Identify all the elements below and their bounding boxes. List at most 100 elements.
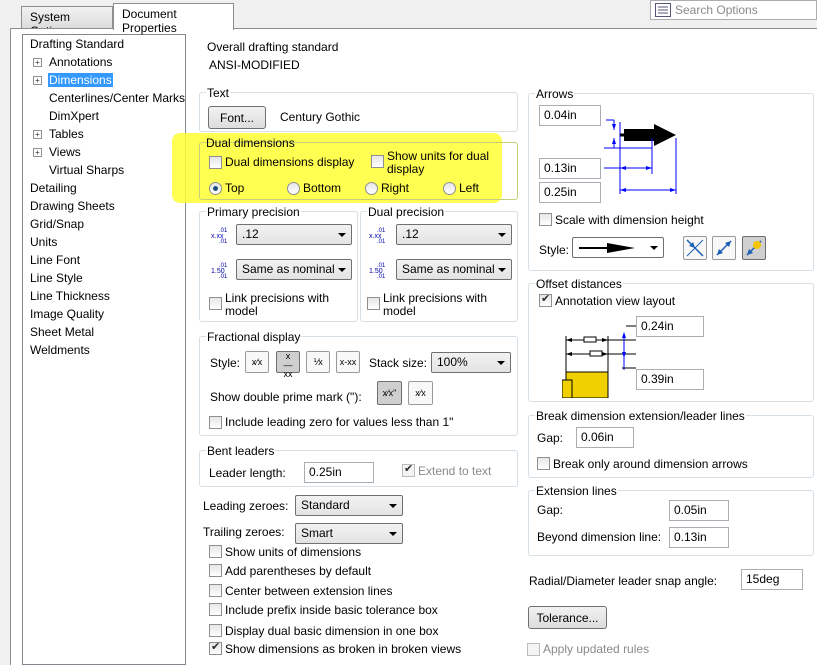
scale-with-height-label: Scale with dimension height bbox=[555, 213, 704, 227]
break-gap-input[interactable]: 0.06in bbox=[576, 427, 634, 448]
tree-item-tables[interactable]: Tables bbox=[49, 127, 84, 141]
tree-item-dimxpert[interactable]: DimXpert bbox=[49, 109, 99, 123]
display-dual-basic-checkbox[interactable] bbox=[209, 624, 222, 637]
offset-top-input[interactable]: 0.24in bbox=[636, 316, 704, 337]
dual-position-left-label: Left bbox=[459, 181, 480, 195]
apply-updated-rules-checkbox[interactable] bbox=[527, 643, 540, 656]
arrow-style-label: Style: bbox=[539, 243, 570, 257]
tree-item-line-thickness[interactable]: Line Thickness bbox=[30, 289, 110, 303]
show-units-checkbox[interactable] bbox=[209, 545, 222, 558]
fraction-diagonal-icon[interactable]: ⅟x bbox=[306, 351, 330, 373]
leading-zeroes-label: Leading zeroes: bbox=[203, 499, 289, 513]
scale-with-height-checkbox[interactable] bbox=[539, 213, 552, 226]
double-prime-label: Show double prime mark ("): bbox=[210, 390, 362, 404]
dual-tolerance-precision-select[interactable]: Same as nominal bbox=[396, 259, 512, 280]
dual-position-bottom-radio[interactable] bbox=[287, 182, 300, 195]
tree-item-grid-snap[interactable]: Grid/Snap bbox=[30, 217, 84, 231]
dual-position-left-radio[interactable] bbox=[443, 182, 456, 195]
radial-snap-angle-input[interactable]: 15deg bbox=[741, 569, 803, 590]
tree-item-dimensions[interactable]: Dimensions bbox=[48, 73, 113, 87]
tree-item-centerlines[interactable]: Centerlines/Center Marks bbox=[49, 91, 185, 105]
tree-item-drafting-standard[interactable]: Drafting Standard bbox=[30, 37, 124, 51]
radial-snap-angle-label: Radial/Diameter leader snap angle: bbox=[529, 574, 718, 588]
arrows-smart-icon[interactable] bbox=[742, 236, 766, 260]
search-box[interactable]: Search Options bbox=[650, 0, 817, 20]
arrow-width-input[interactable]: 0.13in bbox=[539, 158, 601, 179]
offset-bottom-input[interactable]: 0.39in bbox=[636, 369, 704, 390]
tab-document-properties[interactable]: Document Properties bbox=[113, 3, 234, 35]
include-prefix-checkbox[interactable] bbox=[209, 603, 222, 616]
extension-gap-label: Gap: bbox=[537, 503, 564, 517]
center-between-label: Center between extension lines bbox=[225, 584, 393, 598]
fraction-linear-icon[interactable]: x-xx bbox=[336, 351, 360, 373]
precision-value-icon: .01 x.xx .01 bbox=[369, 226, 391, 245]
stack-size-select[interactable]: 100% bbox=[431, 352, 511, 373]
extend-to-text-checkbox[interactable] bbox=[402, 462, 415, 477]
dual-link-precision-checkbox[interactable] bbox=[367, 297, 380, 310]
dual-position-right-label: Right bbox=[381, 181, 410, 195]
tree-item-units[interactable]: Units bbox=[30, 235, 57, 249]
dual-position-right-radio[interactable] bbox=[365, 182, 378, 195]
tree-item-drawing-sheets[interactable]: Drawing Sheets bbox=[30, 199, 115, 213]
dual-precision-title: Dual precision bbox=[367, 205, 446, 219]
arrow-length-input[interactable]: 0.25in bbox=[539, 182, 601, 203]
tree-item-image-quality[interactable]: Image Quality bbox=[30, 307, 104, 321]
double-prime-on-icon[interactable]: x⁄x" bbox=[377, 381, 402, 405]
overall-standard-title: Overall drafting standard bbox=[207, 40, 339, 54]
show-broken-checkbox[interactable] bbox=[209, 640, 222, 655]
show-units-dual-checkbox[interactable] bbox=[371, 155, 384, 168]
arrows-outside-icon[interactable] bbox=[712, 236, 736, 260]
tree-item-sheet-metal[interactable]: Sheet Metal bbox=[30, 325, 94, 339]
tolerance-precision-icon: .01 1.50.01 bbox=[369, 261, 391, 280]
trailing-zeroes-select[interactable]: Smart bbox=[295, 523, 403, 544]
tree-item-detailing[interactable]: Detailing bbox=[30, 181, 77, 195]
svg-text:.01: .01 bbox=[219, 274, 228, 279]
arrows-inside-icon[interactable] bbox=[683, 236, 707, 260]
tab-system-options[interactable]: System Options bbox=[21, 6, 113, 38]
leading-zeroes-select[interactable]: Standard bbox=[295, 495, 403, 516]
break-dimension-title: Break dimension extension/leader lines bbox=[535, 409, 746, 423]
offset-distances-title: Offset distances bbox=[535, 277, 623, 291]
offset-diagram-icon bbox=[561, 320, 636, 399]
break-around-arrows-checkbox[interactable] bbox=[537, 457, 550, 470]
break-around-arrows-label: Break only around dimension arrows bbox=[553, 457, 748, 471]
primary-tolerance-value: Same as nominal bbox=[242, 262, 335, 276]
expand-icon[interactable]: + bbox=[33, 130, 42, 139]
tree-item-weldments[interactable]: Weldments bbox=[30, 343, 90, 357]
primary-precision-select[interactable]: .12 bbox=[236, 224, 352, 245]
double-prime-off-icon[interactable]: x⁄x bbox=[408, 381, 433, 405]
primary-tolerance-precision-select[interactable]: Same as nominal bbox=[236, 259, 352, 280]
annotation-view-layout-checkbox[interactable] bbox=[539, 292, 552, 307]
primary-link-precision-label: Link precisions with bbox=[225, 291, 330, 305]
arrow-diagram-icon bbox=[604, 110, 694, 200]
primary-precision-title: Primary precision bbox=[206, 205, 301, 219]
tree-item-line-style[interactable]: Line Style bbox=[30, 271, 83, 285]
chevron-down-icon bbox=[498, 233, 506, 237]
fraction-inline-icon[interactable]: x⁄x bbox=[245, 351, 269, 373]
leader-length-input[interactable]: 0.25in bbox=[304, 462, 374, 483]
dual-position-top-radio[interactable] bbox=[209, 182, 222, 195]
expand-icon[interactable]: + bbox=[33, 148, 42, 157]
add-parentheses-checkbox[interactable] bbox=[209, 564, 222, 577]
tree-item-virtual-sharps[interactable]: Virtual Sharps bbox=[49, 163, 124, 177]
dual-tolerance-value: Same as nominal bbox=[402, 262, 495, 276]
fraction-stacked-icon[interactable]: x — xx bbox=[276, 351, 300, 379]
dual-dimensions-display-checkbox[interactable] bbox=[209, 156, 222, 169]
extension-gap-input[interactable]: 0.05in bbox=[669, 500, 729, 521]
center-between-checkbox[interactable] bbox=[209, 584, 222, 597]
arrow-style-select[interactable] bbox=[572, 237, 664, 258]
expand-icon[interactable]: + bbox=[33, 58, 42, 67]
font-button[interactable]: Font... bbox=[208, 106, 266, 129]
search-input[interactable]: Search Options bbox=[675, 3, 758, 17]
dual-precision-select[interactable]: .12 bbox=[396, 224, 512, 245]
primary-link-precision-checkbox[interactable] bbox=[209, 297, 222, 310]
expand-icon[interactable]: + bbox=[33, 76, 42, 85]
tree-item-line-font[interactable]: Line Font bbox=[30, 253, 80, 267]
beyond-dimension-line-input[interactable]: 0.13in bbox=[669, 527, 729, 548]
tolerance-button[interactable]: Tolerance... bbox=[528, 606, 607, 629]
leading-zero-checkbox[interactable] bbox=[209, 416, 222, 429]
arrow-height-input[interactable]: 0.04in bbox=[539, 105, 601, 126]
tree-item-views[interactable]: Views bbox=[49, 145, 81, 159]
tree-item-annotations[interactable]: Annotations bbox=[49, 55, 112, 69]
chevron-down-icon bbox=[498, 268, 506, 272]
